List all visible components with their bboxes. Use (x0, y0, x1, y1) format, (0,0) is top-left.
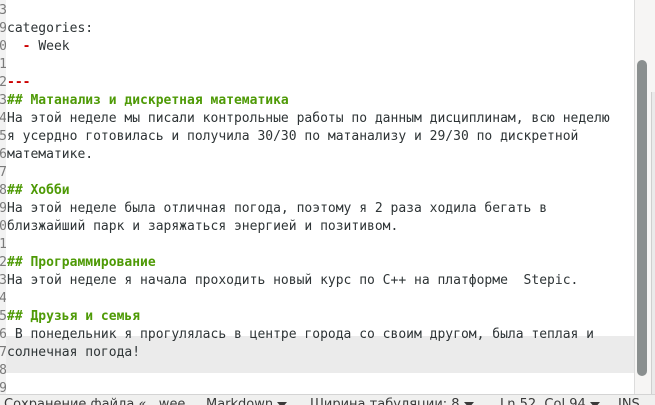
line-text: математике. (7, 147, 93, 162)
text-editor[interactable]: 39012345678901234567890 categories: - We… (0, 0, 634, 394)
line-text: близжайший парк и заряжаться энергией и … (7, 219, 398, 234)
line-text: На этой неделе мы писали контрольные раб… (7, 111, 610, 126)
list-marker: - (23, 39, 39, 54)
text-line: categories: (7, 20, 93, 38)
text-line: я усердно готовилась и получила 30/30 по… (7, 128, 578, 146)
line-text: На этой неделе была отличная погода, поэ… (7, 201, 547, 216)
scrollbar-thumb[interactable] (637, 60, 647, 376)
line-text: categories: (7, 21, 93, 36)
line-text: На этой неделе я начала проходить новый … (7, 273, 578, 288)
text-line: - Week (7, 38, 70, 56)
text-line: ## Друзья и семья (7, 308, 140, 326)
text-area[interactable]: categories: - Week --- ## Матанализ и диск… (0, 0, 634, 394)
text-line: ## Программирование (7, 254, 156, 272)
text-line: На этой неделе мы писали контрольные раб… (7, 110, 610, 128)
chevron-down-icon (590, 402, 600, 405)
text-line: математике. (7, 146, 93, 164)
markdown-heading: ## Матанализ и дискретная математика (7, 93, 289, 108)
status-bar: Сохранение файла «...wee Markdown Ширина… (0, 394, 655, 405)
chevron-down-icon (277, 402, 287, 405)
text-line: ## Матанализ и дискретная математика (7, 92, 289, 110)
text-line: --- (7, 74, 30, 92)
text-line: На этой неделе была отличная погода, поэ… (7, 200, 547, 218)
line-text: я усердно готовилась и получила 30/30 по… (7, 129, 578, 144)
text-line: В понедельник я прогулялась в центре гор… (7, 326, 594, 344)
side-pane-edge (651, 92, 655, 394)
line-text: В понедельник я прогулялась в центре гор… (7, 327, 594, 342)
front-matter-separator: --- (7, 75, 30, 90)
text-line: ## Хобби (7, 182, 70, 200)
text-line: солнечная погода! (7, 344, 140, 362)
text-line: На этой неделе я начала проходить новый … (7, 272, 578, 290)
text-line: близжайший парк и заряжаться энергией и … (7, 218, 398, 236)
chevron-down-icon (464, 402, 474, 405)
line-text: солнечная погода! (7, 345, 140, 360)
markdown-heading: ## Программирование (7, 255, 156, 270)
markdown-heading: ## Друзья и семья (7, 309, 140, 324)
list-item-text: Week (38, 39, 69, 54)
markdown-heading: ## Хобби (7, 183, 70, 198)
